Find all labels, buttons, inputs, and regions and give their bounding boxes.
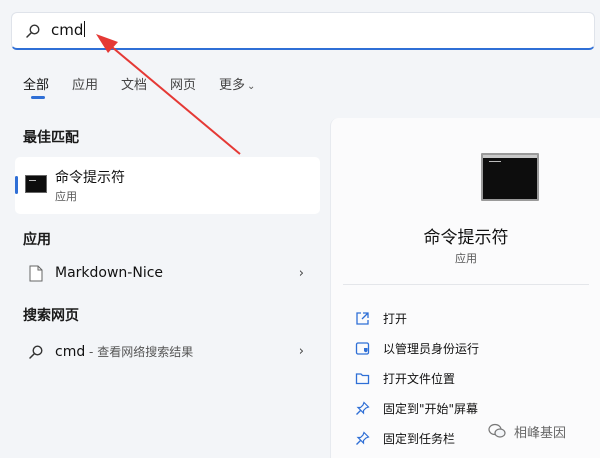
app-result-item[interactable]: Markdown-Nice › [15, 259, 320, 289]
active-tab-indicator [31, 96, 45, 99]
command-prompt-icon [25, 175, 47, 193]
action-open[interactable]: 打开 [355, 309, 585, 331]
pin-icon [356, 431, 370, 445]
admin-shield-icon [355, 342, 370, 355]
best-match-type: 应用 [55, 190, 77, 203]
tab-more[interactable]: 更多 ⌄ [219, 74, 255, 93]
action-open-file-location[interactable]: 打开文件位置 [355, 369, 585, 391]
detail-pane: 命令提示符 应用 打开 以管理员身份运行 打开文件位置 固定到"开始"屏幕 固定… [330, 118, 600, 458]
command-prompt-icon [481, 153, 539, 201]
tab-all[interactable]: 全部 [23, 74, 49, 99]
best-match-name: 命令提示符 [55, 170, 125, 186]
detail-type: 应用 [455, 252, 477, 265]
search-icon [26, 24, 40, 38]
apps-heading: 应用 [23, 232, 51, 248]
divider [343, 284, 589, 285]
app-result-label: Markdown-Nice [55, 265, 164, 281]
tab-web[interactable]: 网页 [170, 74, 196, 93]
search-icon [29, 345, 43, 359]
pin-icon [356, 401, 370, 415]
folder-icon [355, 373, 370, 385]
best-match-heading: 最佳匹配 [23, 130, 79, 146]
web-result-label: cmd - 查看网络搜索结果 [55, 344, 194, 360]
chevron-right-icon[interactable]: › [299, 344, 304, 359]
web-result-item[interactable]: cmd - 查看网络搜索结果 › [15, 337, 320, 367]
document-icon [29, 265, 43, 282]
wechat-icon [488, 423, 506, 438]
tab-documents[interactable]: 文档 [121, 74, 147, 93]
selection-indicator [15, 176, 18, 194]
chevron-down-icon: ⌄ [247, 81, 256, 92]
action-pin-to-start[interactable]: 固定到"开始"屏幕 [355, 399, 585, 421]
detail-title: 命令提示符 [423, 228, 509, 248]
best-match-result[interactable]: 命令提示符 应用 [15, 157, 320, 214]
search-input[interactable]: cmd [51, 21, 86, 39]
text-caret [84, 21, 86, 37]
web-search-heading: 搜索网页 [23, 308, 79, 324]
chevron-right-icon[interactable]: › [299, 266, 304, 281]
search-box[interactable]: cmd [11, 12, 595, 50]
action-run-as-admin[interactable]: 以管理员身份运行 [355, 339, 585, 361]
tab-apps[interactable]: 应用 [72, 74, 98, 93]
open-icon [356, 312, 369, 325]
